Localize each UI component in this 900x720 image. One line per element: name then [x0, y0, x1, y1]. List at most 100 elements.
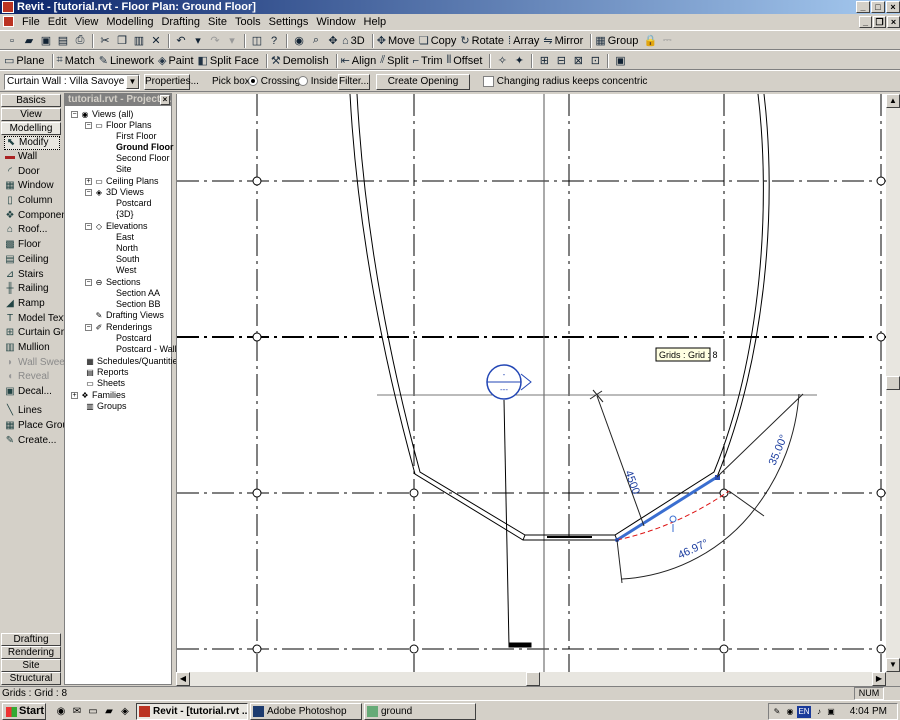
grid-bubble[interactable] [252, 176, 262, 186]
tree-section-bb[interactable]: Section BB [116, 299, 161, 310]
collapse-icon[interactable]: − [85, 189, 92, 197]
design-item-lines[interactable]: ╲ Lines [4, 404, 42, 418]
tab-drafting[interactable]: Drafting [1, 633, 61, 646]
tree-north[interactable]: North [116, 243, 138, 254]
design-item-ramp[interactable]: ◢ Ramp [4, 297, 45, 311]
design-item-mullion[interactable]: ▥ Mullion [4, 341, 49, 355]
tree-postcard[interactable]: Postcard [116, 198, 152, 209]
collapse-icon[interactable]: − [85, 279, 92, 287]
language-indicator[interactable]: EN [797, 706, 811, 718]
zoom-icon[interactable]: ⌕ [308, 33, 324, 49]
split-button[interactable]: ⫽ Split [380, 52, 408, 69]
design-item-curtain-grid[interactable]: ⊞ Curtain Grid [4, 326, 72, 340]
offset-button[interactable]: ⫴ Offset [447, 52, 483, 69]
tab-modelling[interactable]: Modelling [1, 122, 61, 135]
tree-first-floor[interactable]: First Floor [116, 131, 157, 142]
task-ground[interactable]: ground [364, 703, 476, 720]
design-item-wall[interactable]: ▬ Wall [4, 150, 37, 164]
tree-families[interactable]: + ❖ Families [71, 390, 126, 401]
floor-plan-drawing[interactable]: 4500 35.00° 46.97° - --- Grids : Grid : … [177, 94, 886, 672]
copy-button[interactable]: ❏ Copy [419, 32, 457, 49]
type-selector[interactable]: Curtain Wall : Villa Savoye ▼ [4, 74, 140, 90]
collapse-icon[interactable]: − [85, 122, 92, 130]
rotate-button[interactable]: ↻ Rotate [460, 32, 504, 49]
group-button[interactable]: ▦ Group [595, 32, 638, 49]
tree-rendering-postcard-wall[interactable]: Postcard - Wall- [116, 344, 180, 355]
tree-east[interactable]: East [116, 232, 134, 243]
concentric-checkbox[interactable]: Changing radius keeps concentric [483, 76, 647, 87]
align-button[interactable]: ⇤ Align [341, 52, 377, 69]
design-item-ceiling[interactable]: ▤ Ceiling [4, 253, 48, 267]
doc-close-icon[interactable]: × [887, 16, 900, 28]
grid-bubble[interactable] [252, 488, 262, 498]
properties-button[interactable]: Properties... [144, 74, 199, 90]
drawing-canvas[interactable]: 4500 35.00° 46.97° - --- Grids : Grid : … [176, 94, 886, 672]
tree-views-all[interactable]: − ◉ Views (all) [71, 109, 133, 120]
start-button[interactable]: Start [2, 703, 46, 720]
volume-icon[interactable]: ♪ [813, 706, 825, 718]
revit-app-icon[interactable] [2, 1, 14, 13]
doc-minimize-icon[interactable]: _ [859, 16, 872, 28]
tree-section-aa[interactable]: Section AA [116, 288, 160, 299]
quicklaunch-icon[interactable]: ◈ [118, 704, 132, 718]
tree-elevations[interactable]: − ◇ Elevations [85, 221, 148, 232]
scroll-down-icon[interactable]: ▼ [886, 658, 900, 672]
dynamic-view-icon[interactable]: ✥ [325, 33, 341, 49]
tab-basics[interactable]: Basics [1, 94, 61, 107]
expand-icon[interactable]: + [71, 392, 78, 400]
design-item-decal[interactable]: ▣ Decal... [4, 385, 52, 399]
move-button[interactable]: ✥ Move [377, 32, 415, 49]
demolish-button[interactable]: ⚒ Demolish [271, 52, 329, 69]
array-button[interactable]: ⁞ Array [508, 32, 539, 49]
design-item-wall-sweep[interactable]: ◗ Wall Sweep [4, 356, 70, 370]
paste-icon[interactable]: ▥ [131, 33, 147, 49]
collapse-icon[interactable]: − [85, 223, 92, 231]
redo-list-icon[interactable]: ▾ [224, 33, 240, 49]
menu-file[interactable]: File [18, 15, 44, 29]
open-icon[interactable]: ▰ [21, 33, 37, 49]
tree-groups[interactable]: ▥ Groups [85, 401, 126, 412]
ungroup-icon[interactable]: ⎓ [659, 33, 675, 49]
dimension-angle-label[interactable]: 46.97° [676, 537, 710, 561]
tree-sheets[interactable]: ▭ Sheets [85, 378, 125, 389]
tree-site[interactable]: Site [116, 164, 132, 175]
temporary-dimension-handle[interactable] [669, 515, 677, 532]
maximize-icon[interactable]: □ [871, 1, 885, 13]
design-item-railing[interactable]: ╫ Railing [4, 282, 48, 296]
dimension-length-label[interactable]: 4500 [622, 469, 642, 496]
dimension-angle-label[interactable]: 35.00° [767, 433, 791, 467]
monitor-icon[interactable]: ▣ [825, 706, 837, 718]
folder-icon[interactable]: ▰ [102, 704, 116, 718]
design-item-window[interactable]: ▦ Window [4, 179, 53, 193]
tree-rendering-postcard[interactable]: Postcard [116, 333, 152, 344]
thin-lines-icon[interactable]: ◫ [249, 33, 265, 49]
horizontal-scrollbar[interactable]: ◀ ▶ [176, 672, 886, 686]
save-all-icon[interactable]: ▤ [55, 33, 71, 49]
tree-3d[interactable]: {3D} [116, 209, 134, 220]
unpin-icon[interactable]: ✦ [511, 53, 527, 69]
design-item-roof[interactable]: ⌂ Roof... [4, 223, 48, 237]
redo-icon[interactable]: ↷ [207, 33, 223, 49]
inside-radio[interactable]: Inside [298, 76, 337, 87]
lock-icon[interactable]: 🔒 [642, 33, 658, 49]
tab-structural[interactable]: Structural [1, 672, 61, 685]
menu-site[interactable]: Site [204, 15, 231, 29]
expand-icon[interactable]: + [85, 178, 92, 186]
design-item-door[interactable]: ◜ Door [4, 165, 40, 179]
document-icon[interactable] [3, 16, 14, 27]
tree-west[interactable]: West [116, 265, 136, 276]
dimension-4500[interactable] [589, 389, 645, 527]
undo-list-icon[interactable]: ▾ [190, 33, 206, 49]
linework-button[interactable]: ✎ Linework [99, 52, 154, 69]
chevron-down-icon[interactable]: ▼ [126, 75, 139, 89]
vertical-scroll-thumb[interactable] [886, 376, 900, 390]
pen-icon[interactable]: ✎ [771, 706, 783, 718]
design-item-component[interactable]: ❖ Component [4, 209, 70, 223]
tree-renderings[interactable]: − ✐ Renderings [85, 322, 152, 333]
design-item-reveal[interactable]: ◖ Reveal [4, 370, 49, 384]
filter-button[interactable]: Filter... [338, 74, 370, 90]
menu-help[interactable]: Help [360, 15, 391, 29]
create-opening-button[interactable]: Create Opening [376, 74, 470, 90]
section-marker[interactable]: - --- [486, 364, 532, 400]
design-item-stairs[interactable]: ⊿ Stairs [4, 268, 44, 282]
